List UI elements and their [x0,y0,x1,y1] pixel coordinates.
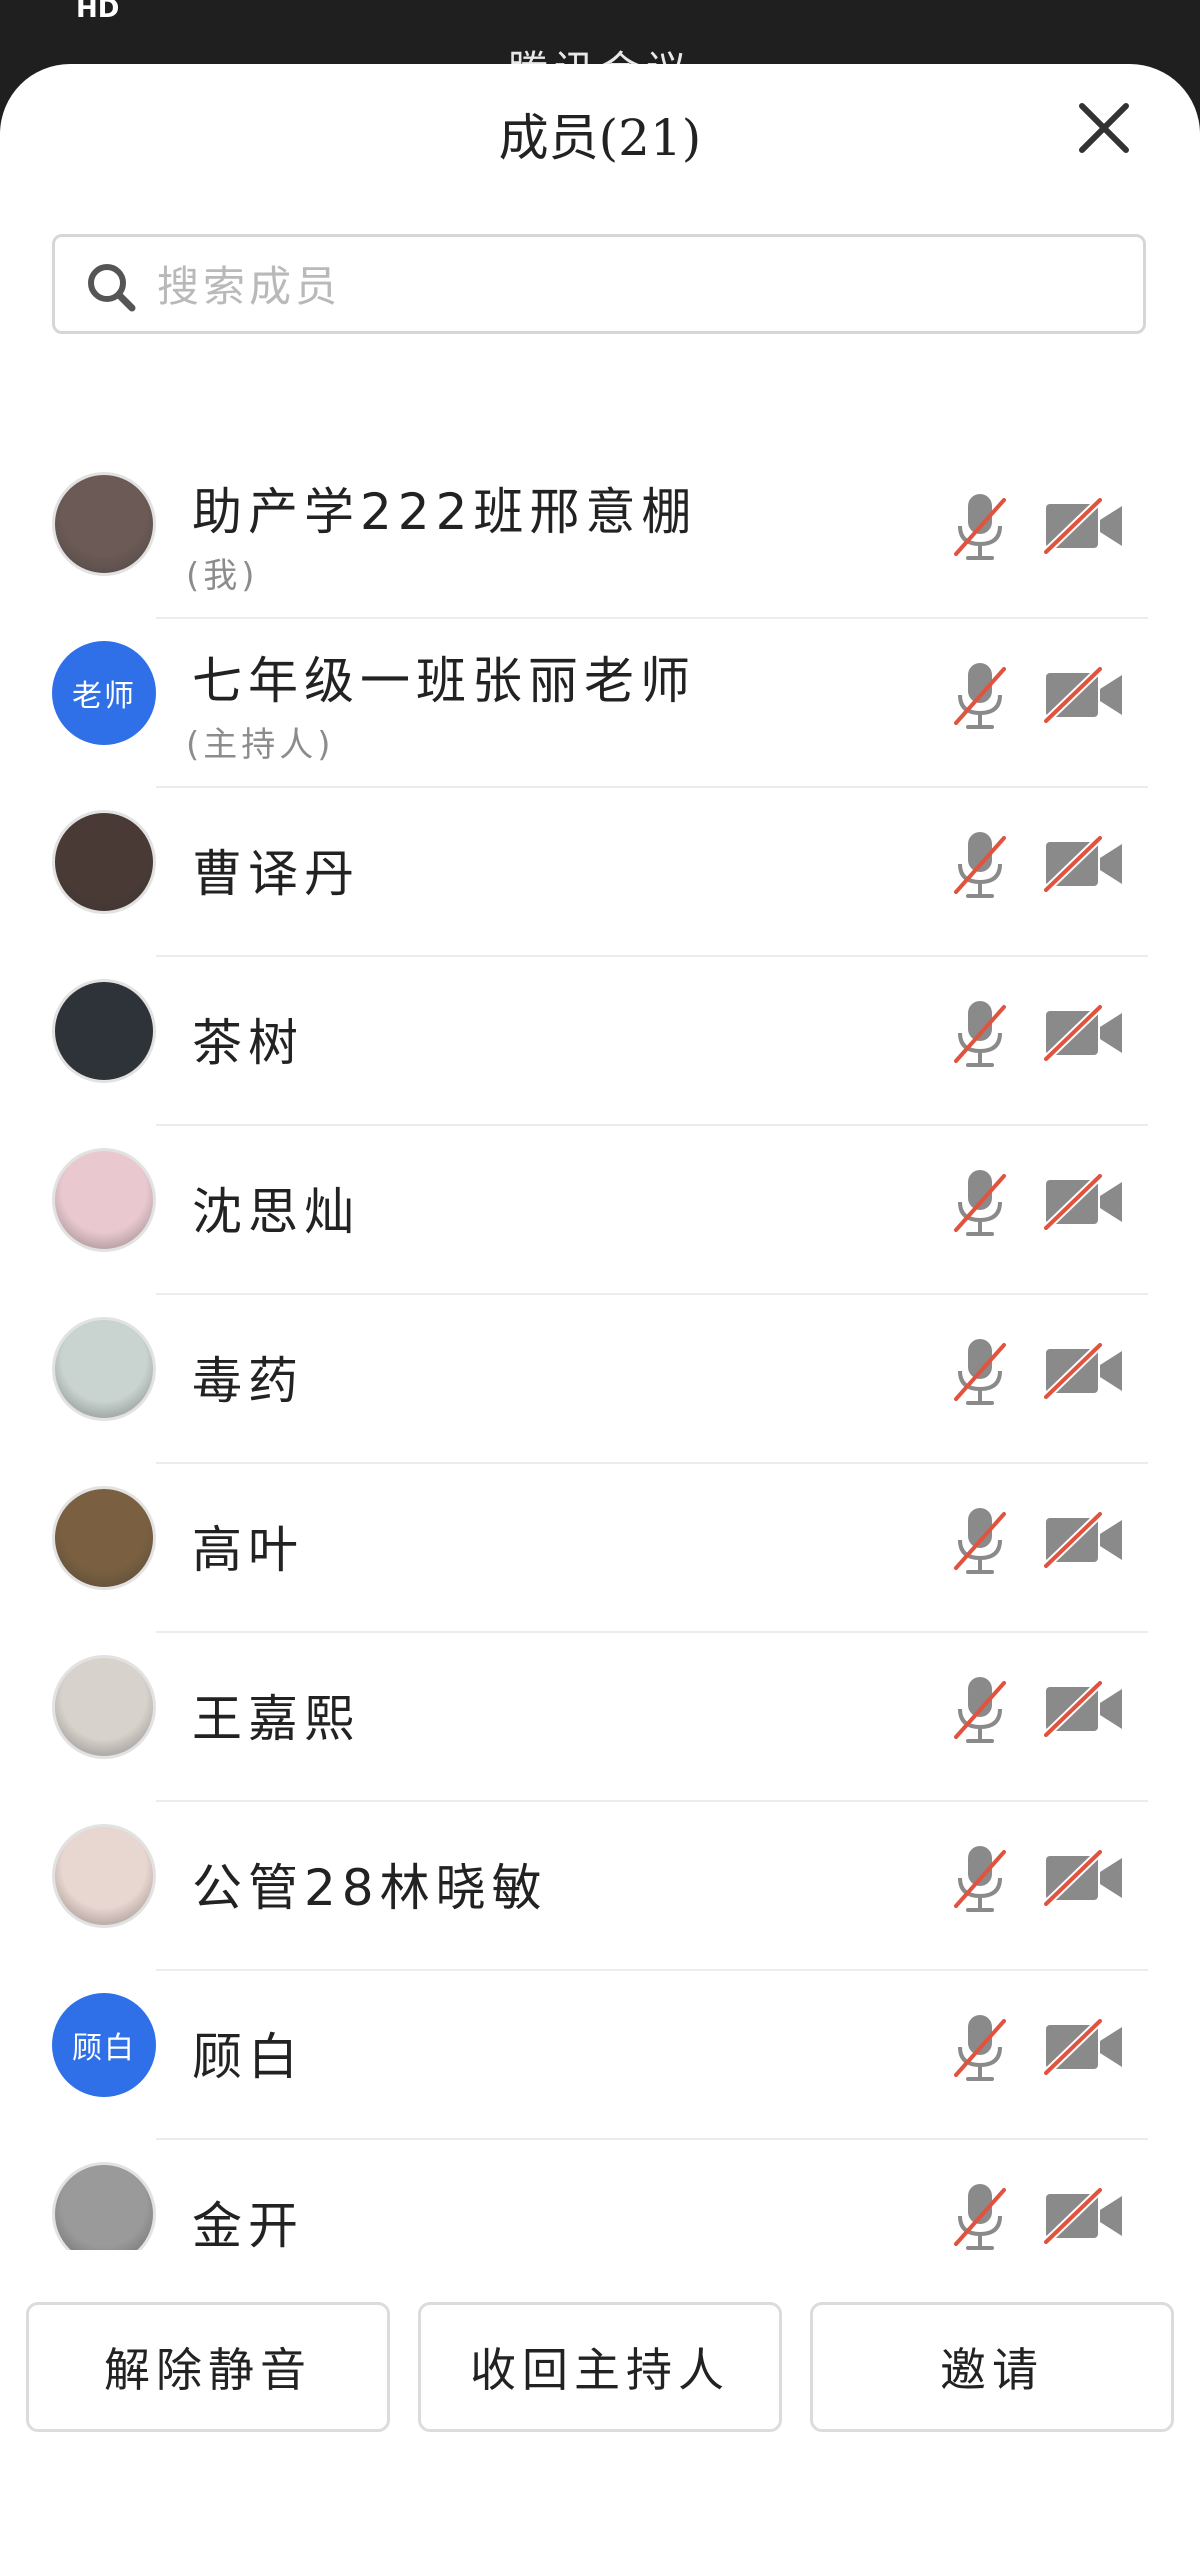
mic-muted-icon[interactable] [952,1168,1008,1240]
avatar [52,1148,156,1252]
member-name: 毒药 [192,1352,304,1410]
member-name: 高叶 [192,1521,304,1579]
member-row[interactable]: 茶树 [0,957,1200,1126]
member-row[interactable]: 助产学222班邢意棚 (我) [0,450,1200,619]
mic-muted-icon[interactable] [952,1506,1008,1578]
member-row[interactable]: 王嘉熙 [0,1633,1200,1802]
mic-muted-icon[interactable] [952,492,1008,564]
member-name: 王嘉熙 [192,1690,360,1748]
avatar [52,1824,156,1928]
member-row[interactable]: 沈思灿 [0,1126,1200,1295]
reclaim-host-button[interactable]: 收回主持人 [418,2302,782,2432]
invite-button[interactable]: 邀请 [810,2302,1174,2432]
mic-muted-icon[interactable] [952,661,1008,733]
camera-off-icon[interactable] [1044,667,1124,723]
member-name: 茶树 [192,1014,304,1072]
avatar [52,1655,156,1759]
member-name: 助产学222班邢意棚 [192,483,698,541]
camera-off-icon[interactable] [1044,1343,1124,1399]
mic-muted-icon[interactable] [952,2013,1008,2085]
camera-off-icon[interactable] [1044,836,1124,892]
member-role: (我) [186,556,259,596]
avatar [52,1317,156,1421]
avatar [52,472,156,576]
camera-off-icon[interactable] [1044,1512,1124,1568]
member-name: 曹译丹 [192,845,360,903]
camera-off-icon[interactable] [1044,498,1124,554]
member-row[interactable]: 高叶 [0,1464,1200,1633]
avatar: 老师 [52,641,156,745]
member-row[interactable]: 金开 [0,2140,1200,2250]
mic-muted-icon[interactable] [952,1337,1008,1409]
page-title: 成员(21) [498,109,702,167]
member-row[interactable]: 顾白 顾白 [0,1971,1200,2140]
member-role: (主持人) [186,725,335,765]
avatar [52,1486,156,1590]
member-list[interactable]: 助产学222班邢意棚 (我) 老师 七年级一班张丽老师 (主持人) 曹译丹 茶树… [0,450,1200,2250]
member-row[interactable]: 老师 七年级一班张丽老师 (主持人) [0,619,1200,788]
camera-off-icon[interactable] [1044,1174,1124,1230]
camera-off-icon[interactable] [1044,1681,1124,1737]
member-row[interactable]: 曹译丹 [0,788,1200,957]
avatar [52,979,156,1083]
hd-indicator: HD [76,0,120,24]
mic-muted-icon[interactable] [952,1675,1008,1747]
search-icon [88,264,136,312]
mic-muted-icon[interactable] [952,2182,1008,2250]
camera-off-icon[interactable] [1044,1005,1124,1061]
avatar: 顾白 [52,1993,156,2097]
search-box[interactable] [52,234,1146,334]
unmute-all-button[interactable]: 解除静音 [26,2302,390,2432]
member-name: 顾白 [192,2028,304,2086]
avatar [52,2162,156,2250]
search-input[interactable] [155,247,1119,325]
mic-muted-icon[interactable] [952,999,1008,1071]
close-icon[interactable] [1072,96,1136,160]
member-row[interactable]: 公管28林晓敏 [0,1802,1200,1971]
member-name: 七年级一班张丽老师 [192,652,696,710]
member-row[interactable]: 毒药 [0,1295,1200,1464]
camera-off-icon[interactable] [1044,1850,1124,1906]
mic-muted-icon[interactable] [952,1844,1008,1916]
avatar [52,810,156,914]
mic-muted-icon[interactable] [952,830,1008,902]
member-name: 金开 [192,2197,304,2250]
camera-off-icon[interactable] [1044,2188,1124,2244]
camera-off-icon[interactable] [1044,2019,1124,2075]
member-name: 公管28林晓敏 [192,1859,548,1917]
member-name: 沈思灿 [192,1183,360,1241]
